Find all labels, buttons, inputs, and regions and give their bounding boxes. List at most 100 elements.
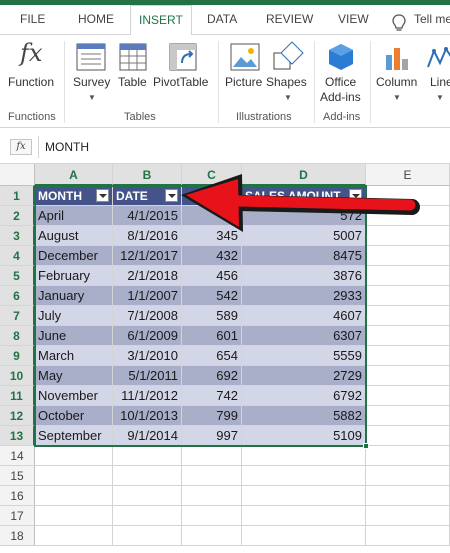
table-cell[interactable]: 2/1/2018 <box>113 266 182 286</box>
table-cell[interactable]: 572 <box>242 206 366 226</box>
empty-cell[interactable] <box>366 426 450 446</box>
empty-cell[interactable] <box>113 526 182 546</box>
table-cell[interactable]: November <box>35 386 113 406</box>
empty-cell[interactable] <box>366 186 450 206</box>
table-cell[interactable]: 4/1/2015 <box>113 206 182 226</box>
table-cell[interactable]: 692 <box>182 366 242 386</box>
table-cell[interactable]: June <box>35 326 113 346</box>
row-header-14[interactable]: 14 <box>0 446 35 466</box>
empty-cell[interactable] <box>35 446 113 466</box>
table-cell[interactable]: 8/1/2016 <box>113 226 182 246</box>
empty-cell[interactable] <box>366 466 450 486</box>
function-button[interactable]: fx Function <box>4 39 60 109</box>
column-header-a[interactable]: A <box>35 164 113 186</box>
empty-cell[interactable] <box>366 226 450 246</box>
empty-cell[interactable] <box>366 486 450 506</box>
empty-cell[interactable] <box>182 526 242 546</box>
table-cell[interactable]: 654 <box>182 346 242 366</box>
worksheet-grid[interactable]: A B C D E 1 2 3 4 5 6 7 8 9 10 11 12 13 14 15 16 17 18 MONTH DAT… <box>0 164 450 553</box>
empty-cell[interactable] <box>182 506 242 526</box>
row-header-18[interactable]: 18 <box>0 526 35 546</box>
empty-cell[interactable] <box>366 526 450 546</box>
table-cell[interactable]: October <box>35 406 113 426</box>
column-chart-button[interactable]: Column ▼ <box>374 39 420 109</box>
empty-cell[interactable] <box>366 446 450 466</box>
table-cell[interactable]: January <box>35 286 113 306</box>
pivottable-button[interactable]: PivotTable <box>152 39 214 109</box>
empty-cell[interactable] <box>113 506 182 526</box>
picture-button[interactable]: Picture <box>222 39 266 109</box>
table-cell[interactable]: 7/1/2008 <box>113 306 182 326</box>
table-cell[interactable]: 2729 <box>242 366 366 386</box>
table-header-cell[interactable] <box>182 186 242 206</box>
table-cell[interactable]: February <box>35 266 113 286</box>
empty-cell[interactable] <box>242 466 366 486</box>
table-cell[interactable]: 12/1/2017 <box>113 246 182 266</box>
table-cell[interactable]: 3/1/2010 <box>113 346 182 366</box>
table-cell[interactable]: 4607 <box>242 306 366 326</box>
empty-cell[interactable] <box>366 366 450 386</box>
row-header-17[interactable]: 17 <box>0 506 35 526</box>
table-cell[interactable]: 601 <box>182 326 242 346</box>
table-cell[interactable]: 5007 <box>242 226 366 246</box>
empty-cell[interactable] <box>113 466 182 486</box>
empty-cell[interactable] <box>113 486 182 506</box>
table-cell[interactable]: March <box>35 346 113 366</box>
empty-cell[interactable] <box>35 486 113 506</box>
table-cell[interactable]: 589 <box>182 306 242 326</box>
table-cell[interactable]: 6/1/2009 <box>113 326 182 346</box>
row-header-5[interactable]: 5 <box>0 266 35 286</box>
insert-function-icon[interactable]: fx <box>10 139 32 155</box>
tab-data[interactable]: DATA <box>207 12 237 26</box>
tab-insert[interactable]: INSERT <box>130 5 192 36</box>
row-header-6[interactable]: 6 <box>0 286 35 306</box>
row-header-11[interactable]: 11 <box>0 386 35 406</box>
table-cell[interactable]: August <box>35 226 113 246</box>
survey-button[interactable]: Survey ▼ <box>70 39 112 109</box>
office-addins-button[interactable]: Office Add-ins <box>318 39 366 109</box>
row-header-4[interactable]: 4 <box>0 246 35 266</box>
formula-input[interactable]: MONTH <box>38 136 450 158</box>
empty-cell[interactable] <box>182 466 242 486</box>
row-header-9[interactable]: 9 <box>0 346 35 366</box>
table-cell[interactable]: 345 <box>182 226 242 246</box>
row-header-3[interactable]: 3 <box>0 226 35 246</box>
table-cell[interactable]: 997 <box>182 426 242 446</box>
empty-cell[interactable] <box>366 306 450 326</box>
empty-cell[interactable] <box>242 526 366 546</box>
table-cell[interactable]: December <box>35 246 113 266</box>
row-header-10[interactable]: 10 <box>0 366 35 386</box>
empty-cell[interactable] <box>242 506 366 526</box>
table-cell[interactable]: 5559 <box>242 346 366 366</box>
table-cell[interactable]: 10/1/2013 <box>113 406 182 426</box>
table-cell[interactable]: 6307 <box>242 326 366 346</box>
table-cell[interactable]: 1 <box>182 206 242 226</box>
empty-cell[interactable] <box>366 286 450 306</box>
table-cell[interactable]: 542 <box>182 286 242 306</box>
empty-cell[interactable] <box>35 466 113 486</box>
empty-cell[interactable] <box>366 506 450 526</box>
filter-dropdown-icon[interactable] <box>165 189 178 202</box>
empty-cell[interactable] <box>242 446 366 466</box>
select-all-corner[interactable] <box>0 164 35 186</box>
table-cell[interactable]: May <box>35 366 113 386</box>
tab-view[interactable]: VIEW <box>338 12 369 26</box>
table-cell[interactable]: 456 <box>182 266 242 286</box>
empty-cell[interactable] <box>366 386 450 406</box>
filter-dropdown-icon[interactable] <box>225 189 238 202</box>
table-cell[interactable]: 9/1/2014 <box>113 426 182 446</box>
column-header-e[interactable]: E <box>366 164 450 186</box>
table-cell[interactable]: 5882 <box>242 406 366 426</box>
column-header-c[interactable]: C <box>182 164 242 186</box>
table-cell[interactable]: 5109 <box>242 426 366 446</box>
column-header-b[interactable]: B <box>113 164 182 186</box>
filter-dropdown-icon[interactable] <box>349 189 362 202</box>
empty-cell[interactable] <box>182 446 242 466</box>
line-chart-button[interactable]: Line ▼ <box>424 39 450 109</box>
column-header-d[interactable]: D <box>242 164 366 186</box>
fill-handle[interactable] <box>363 443 369 449</box>
table-cell[interactable]: 799 <box>182 406 242 426</box>
table-header-cell[interactable]: MONTH <box>35 186 113 206</box>
row-header-13[interactable]: 13 <box>0 426 35 446</box>
empty-cell[interactable] <box>366 266 450 286</box>
